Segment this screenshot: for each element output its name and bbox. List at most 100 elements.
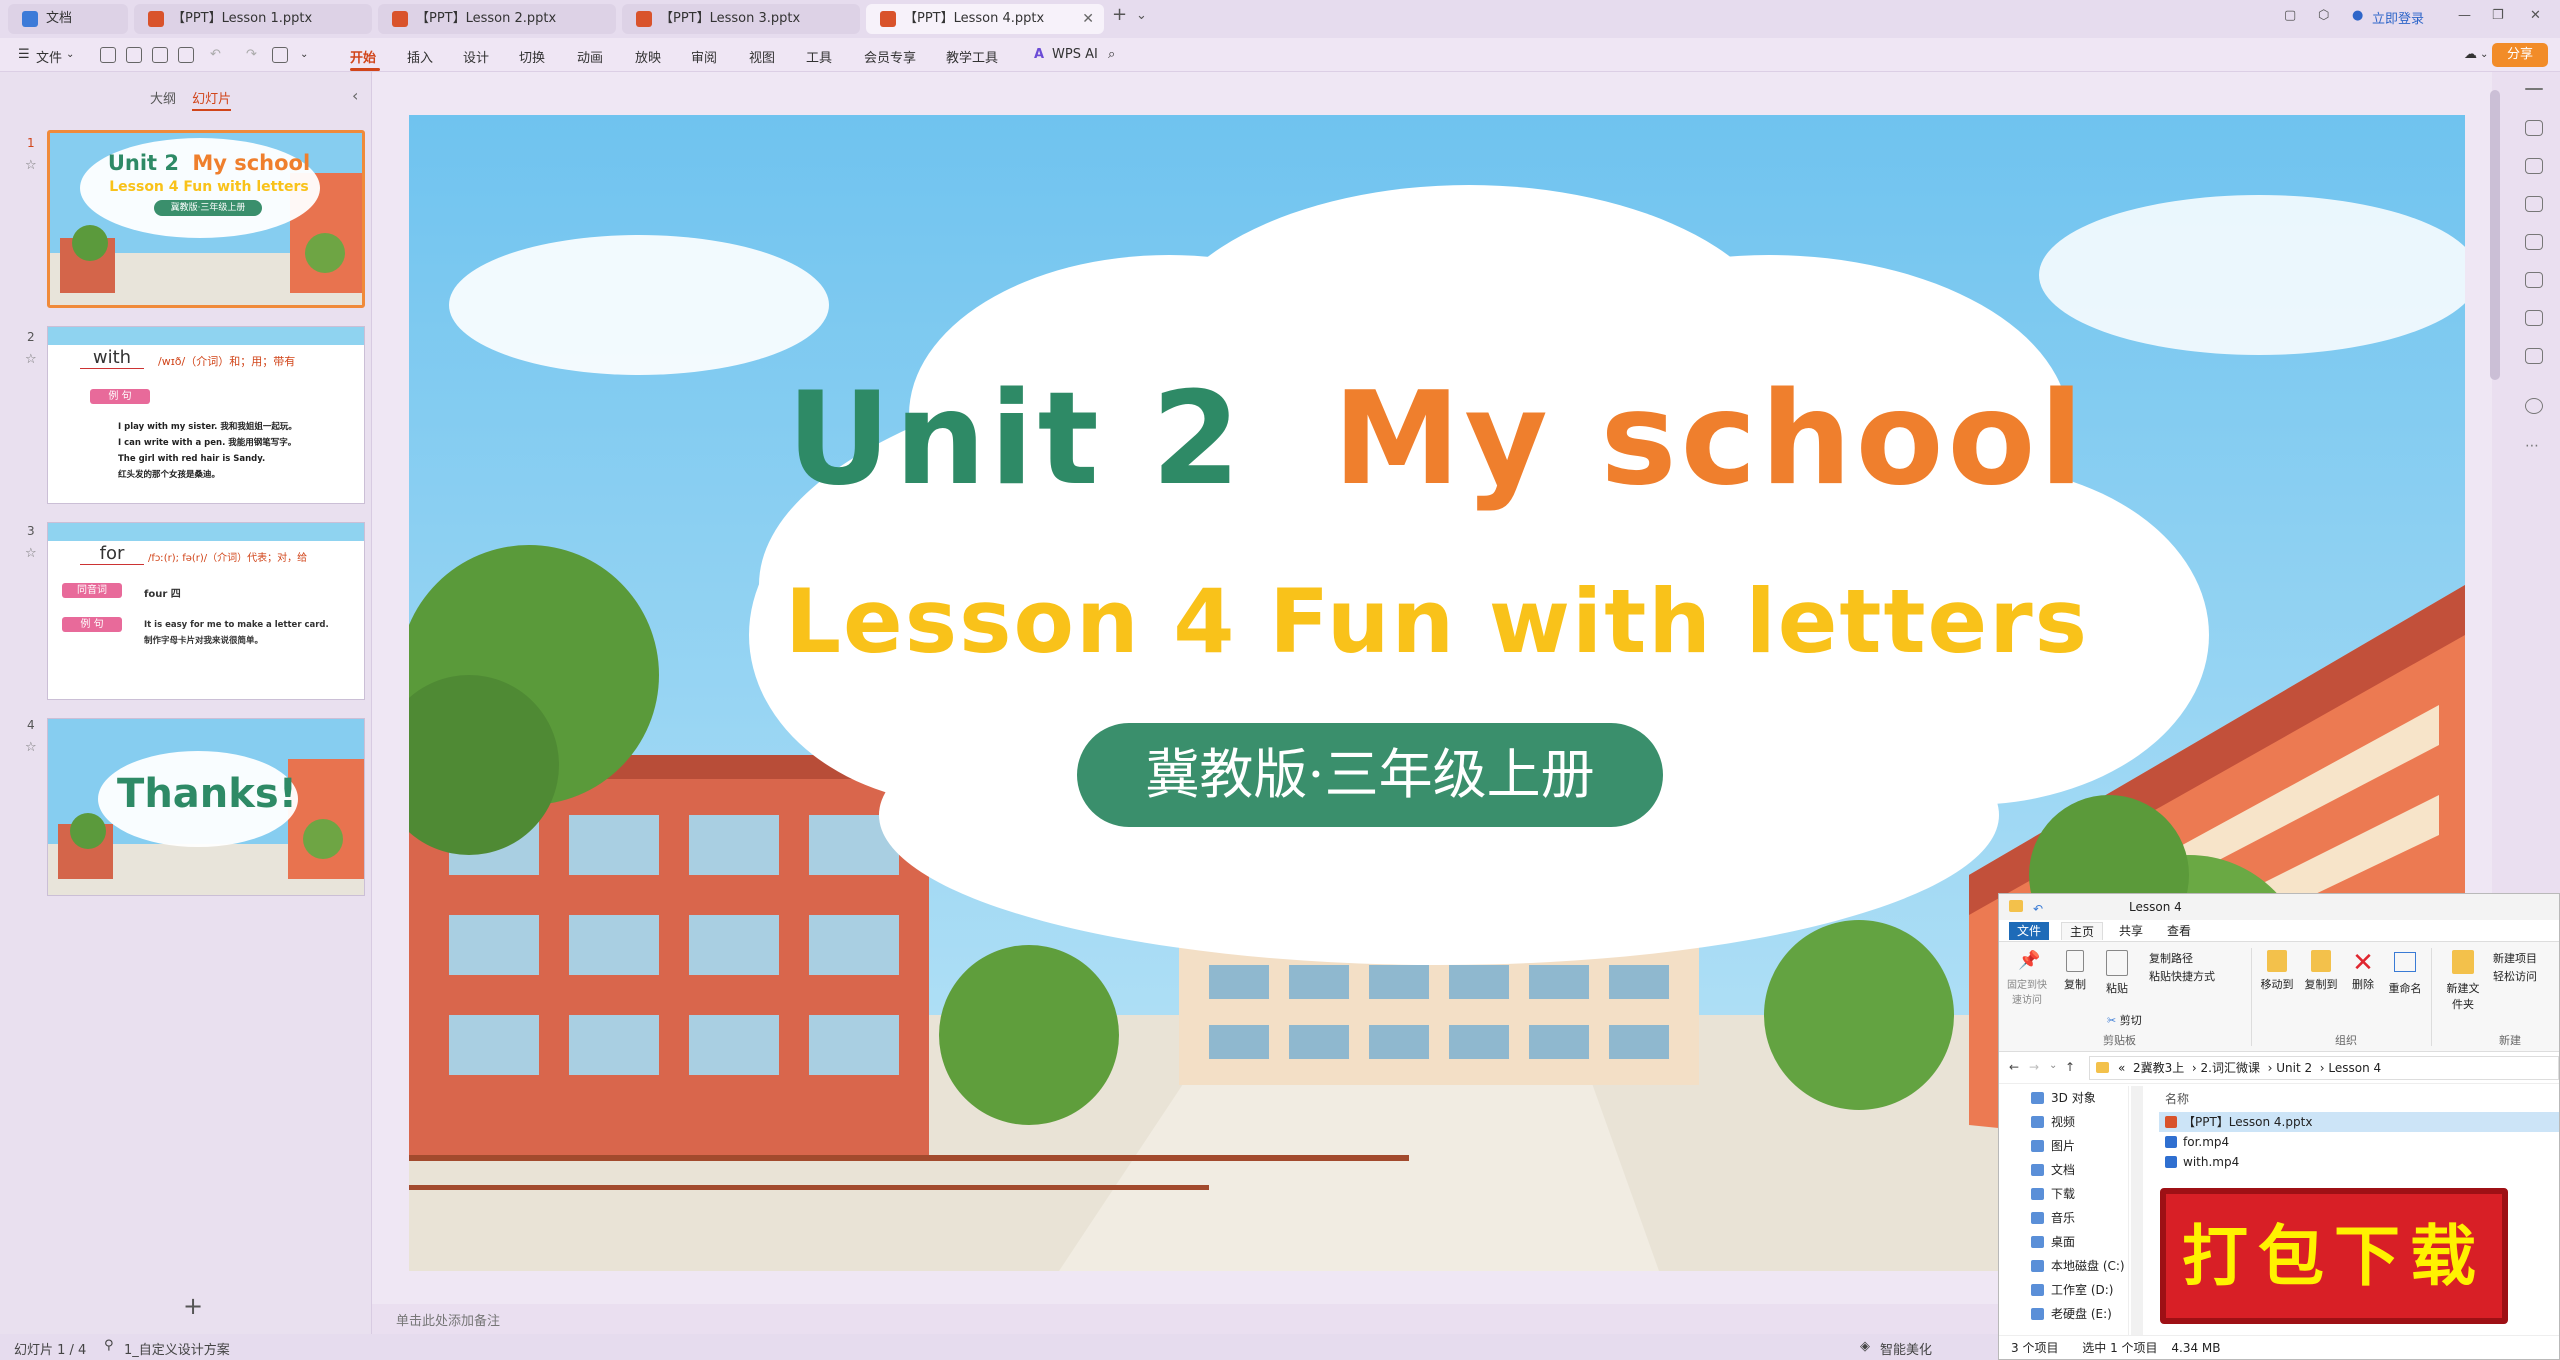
slide-edition-badge[interactable]: 冀教版·三年级上册 bbox=[1077, 723, 1663, 827]
undo-icon[interactable]: ↶ bbox=[2033, 896, 2043, 922]
menu-tools[interactable]: 工具 bbox=[806, 47, 832, 66]
redo-icon[interactable]: ↷ bbox=[246, 47, 257, 62]
chevron-down-icon[interactable]: ⌄ bbox=[2049, 1060, 2057, 1071]
explorer-tab-view[interactable]: 查看 bbox=[2159, 922, 2199, 940]
copy-path-button[interactable]: 复制路径 bbox=[2149, 950, 2193, 966]
slide-thumbnail-4[interactable]: Thanks! bbox=[47, 718, 365, 896]
more-icon[interactable]: ⋯ bbox=[2525, 438, 2543, 454]
share-button[interactable]: 分享 bbox=[2492, 43, 2548, 67]
theme-name[interactable]: 1_自定义设计方案 bbox=[124, 1339, 230, 1358]
slide-subtitle[interactable]: Lesson 4 Fun with letters bbox=[409, 570, 2465, 673]
book-icon[interactable] bbox=[2525, 310, 2543, 326]
explorer-tab-home[interactable]: 主页 bbox=[2061, 922, 2104, 940]
breadcrumb-item[interactable]: 2冀教3上 bbox=[2133, 1061, 2184, 1075]
shape-icon[interactable] bbox=[2525, 348, 2543, 364]
menu-transition[interactable]: 切换 bbox=[519, 47, 545, 66]
tab-docs[interactable]: 文档 bbox=[8, 4, 128, 34]
forward-icon[interactable]: → bbox=[2029, 1060, 2039, 1074]
menu-slideshow[interactable]: 放映 bbox=[635, 47, 661, 66]
breadcrumb-item[interactable]: Unit 2 bbox=[2276, 1061, 2312, 1075]
sidebar-item-drive-e[interactable]: 老硬盘 (E:) bbox=[1999, 1302, 2128, 1326]
sidebar-item-desktop[interactable]: 桌面 bbox=[1999, 1230, 2128, 1254]
star-icon[interactable]: ☆ bbox=[25, 352, 37, 367]
menu-member[interactable]: 会员专享 bbox=[864, 47, 916, 66]
close-window-icon[interactable]: ✕ bbox=[2530, 8, 2541, 23]
collapse-pane-icon[interactable]: ‹ bbox=[352, 86, 358, 105]
cut-button[interactable]: ✂ 剪切 bbox=[2107, 1012, 2142, 1028]
window-icon[interactable]: ▢ bbox=[2284, 8, 2296, 23]
vertical-scrollbar[interactable] bbox=[2490, 90, 2500, 380]
close-tab-icon[interactable]: ✕ bbox=[1082, 4, 1094, 34]
cloud-sync-icon[interactable]: ☁ bbox=[2464, 47, 2477, 62]
file-row[interactable]: with.mp4 bbox=[2159, 1152, 2559, 1172]
new-tab-icon[interactable]: + bbox=[1112, 4, 1127, 25]
star-icon[interactable]: ☆ bbox=[25, 740, 37, 755]
save-icon[interactable] bbox=[100, 47, 116, 63]
up-icon[interactable]: ↑ bbox=[2065, 1060, 2075, 1074]
star-icon[interactable]: ☆ bbox=[25, 546, 37, 561]
column-header-name[interactable]: 名称 bbox=[2159, 1086, 2559, 1112]
slide-thumbnail-1[interactable]: Unit 2 My school Lesson 4 Fun with lette… bbox=[47, 130, 365, 308]
help-icon[interactable] bbox=[2525, 398, 2543, 414]
menu-insert[interactable]: 插入 bbox=[407, 47, 433, 66]
sidebar-item-pictures[interactable]: 图片 bbox=[1999, 1134, 2128, 1158]
file-menu[interactable]: 文件 bbox=[36, 47, 62, 66]
menu-teaching-tools[interactable]: 教学工具 bbox=[946, 47, 998, 66]
menu-review[interactable]: 审阅 bbox=[691, 47, 717, 66]
copy-button[interactable]: 复制 bbox=[2057, 950, 2093, 992]
sidebar-item-documents[interactable]: 文档 bbox=[1999, 1158, 2128, 1182]
easy-access-button[interactable]: 轻松访问 bbox=[2493, 968, 2537, 984]
format-painter-icon[interactable] bbox=[272, 47, 288, 63]
tab-outline[interactable]: 大纲 bbox=[150, 92, 176, 107]
menu-design[interactable]: 设计 bbox=[463, 47, 489, 66]
menu-animation[interactable]: 动画 bbox=[577, 47, 603, 66]
paste-button[interactable]: 粘贴 bbox=[2099, 950, 2135, 996]
tab-lesson2[interactable]: 【PPT】Lesson 2.pptx bbox=[378, 4, 616, 34]
paste-shortcut-button[interactable]: 粘贴快捷方式 bbox=[2149, 968, 2215, 984]
sidebar-item-drive-c[interactable]: 本地磁盘 (C:) bbox=[1999, 1254, 2128, 1278]
explorer-tab-file[interactable]: 文件 bbox=[2009, 922, 2050, 940]
sidebar-item-videos[interactable]: 视频 bbox=[1999, 1110, 2128, 1134]
login-link[interactable]: 立即登录 bbox=[2372, 8, 2424, 27]
file-row[interactable]: 【PPT】Lesson 4.pptx bbox=[2159, 1112, 2559, 1132]
sidebar-item-3d-objects[interactable]: 3D 对象 bbox=[1999, 1086, 2128, 1110]
add-slide-icon[interactable]: + bbox=[183, 1292, 203, 1320]
slide-thumbnail-2[interactable]: with /wɪð/（介词）和；用；带有 例 句 I play with my … bbox=[47, 326, 365, 504]
wps-ai-button[interactable]: WPS AI bbox=[1052, 47, 1098, 62]
hamburger-icon[interactable]: ☰ bbox=[18, 47, 30, 62]
new-item-button[interactable]: 新建项目 bbox=[2493, 950, 2537, 966]
delete-button[interactable]: ✕ 删除 bbox=[2345, 950, 2381, 992]
tools-icon[interactable] bbox=[2525, 272, 2543, 288]
chevron-down-icon[interactable]: ⌄ bbox=[1136, 8, 1147, 23]
chevron-down-icon[interactable]: ⌄ bbox=[66, 49, 74, 60]
export-pdf-icon[interactable] bbox=[126, 47, 142, 63]
image-icon[interactable] bbox=[2525, 234, 2543, 250]
download-badge[interactable]: 打包下载 bbox=[2160, 1188, 2508, 1324]
breadcrumb-item[interactable]: Lesson 4 bbox=[2328, 1061, 2381, 1075]
minimize-icon[interactable]: — bbox=[2458, 8, 2471, 23]
breadcrumb-item[interactable]: 2.词汇微课 bbox=[2201, 1061, 2260, 1075]
star-icon[interactable]: ☆ bbox=[25, 158, 37, 173]
cube-icon[interactable]: ⬡ bbox=[2318, 8, 2329, 23]
tab-lesson1[interactable]: 【PPT】Lesson 1.pptx bbox=[134, 4, 372, 34]
slide-title[interactable]: Unit 2 My school bbox=[409, 365, 2465, 514]
breadcrumb[interactable]: « 2冀教3上 › 2.词汇微课 › Unit 2 › Lesson 4 bbox=[2089, 1056, 2559, 1080]
sidebar-item-downloads[interactable]: 下载 bbox=[1999, 1182, 2128, 1206]
menu-view[interactable]: 视图 bbox=[749, 47, 775, 66]
tab-lesson4[interactable]: 【PPT】Lesson 4.pptx ✕ bbox=[866, 4, 1104, 34]
collapse-icon[interactable] bbox=[2525, 88, 2543, 90]
sidebar-item-music[interactable]: 音乐 bbox=[1999, 1206, 2128, 1230]
sidebar-item-drive-d[interactable]: 工作室 (D:) bbox=[1999, 1278, 2128, 1302]
print-icon[interactable] bbox=[152, 47, 168, 63]
rename-button[interactable]: 重命名 bbox=[2385, 950, 2425, 996]
slide-thumbnail-3[interactable]: for /fɔː(r); fə(r)/（介词）代表；对，给 同音词 four 四… bbox=[47, 522, 365, 700]
adjust-icon[interactable] bbox=[2525, 120, 2543, 136]
star-icon[interactable] bbox=[2525, 158, 2543, 174]
chevron-down-icon[interactable]: ⌄ bbox=[2480, 49, 2488, 60]
back-icon[interactable]: ← bbox=[2009, 1060, 2019, 1074]
undo-icon[interactable]: ↶ bbox=[210, 47, 221, 62]
chevron-down-icon[interactable]: ⌄ bbox=[300, 49, 308, 60]
copy-icon[interactable] bbox=[2525, 196, 2543, 212]
breadcrumb-overflow[interactable]: « bbox=[2118, 1061, 2125, 1075]
tab-slides[interactable]: 幻灯片 bbox=[192, 92, 232, 111]
